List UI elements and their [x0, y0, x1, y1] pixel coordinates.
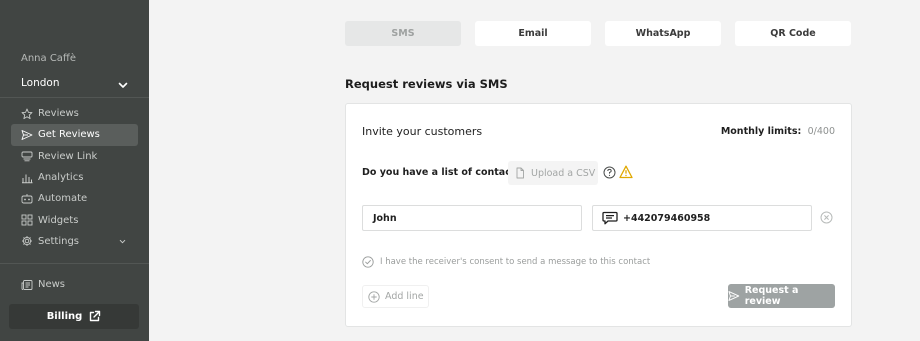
send-icon	[728, 291, 740, 301]
analytics-icon	[21, 172, 33, 184]
close-circle-icon[interactable]	[820, 211, 833, 224]
gear-icon	[21, 235, 33, 247]
sidebar-item-label: Review Link	[38, 150, 98, 162]
request-review-button[interactable]: Request a review	[728, 284, 835, 308]
message-icon	[602, 211, 618, 225]
monthly-limits-label: Monthly limits:	[720, 126, 802, 137]
name-input[interactable]: John	[362, 205, 582, 231]
card-title: Invite your customers	[362, 125, 483, 138]
sidebar-item-review-link[interactable]: Review Link	[11, 146, 138, 167]
sidebar-item-reviews[interactable]: Reviews	[11, 103, 138, 124]
tab-email[interactable]: Email	[475, 21, 591, 46]
send-icon	[21, 129, 33, 141]
sidebar-item-widgets[interactable]: Widgets	[11, 209, 138, 230]
request-review-label: Request a review	[744, 285, 799, 307]
tab-qr-code[interactable]: QR Code	[735, 21, 851, 46]
widgets-icon	[21, 214, 33, 226]
phone-input[interactable]: +442079460958	[592, 205, 812, 231]
section-title: Request reviews via SMS	[345, 77, 508, 91]
plus-circle-icon	[368, 290, 380, 303]
add-line-button[interactable]: Add line	[362, 285, 429, 308]
automate-icon	[21, 193, 33, 205]
monthly-limits: Monthly limits: 0/400	[721, 126, 835, 137]
tab-whatsapp[interactable]: WhatsApp	[605, 21, 721, 46]
sidebar-nav: Reviews Get Reviews Review Link Analytic…	[11, 103, 138, 252]
invite-card: Invite your customers Monthly limits: 0/…	[345, 103, 852, 327]
news-icon	[21, 279, 33, 291]
sidebar-item-label: Settings	[38, 235, 80, 247]
monthly-limits-value: 0/400	[807, 126, 835, 137]
sidebar-item-label: News	[38, 279, 66, 291]
consent-checkbox[interactable]: I have the receiver's consent to send a …	[362, 256, 650, 268]
add-line-label: Add line	[385, 291, 424, 302]
billing-label: Billing	[46, 311, 83, 322]
sidebar-item-settings[interactable]: Settings	[11, 231, 138, 252]
file-icon	[516, 167, 524, 179]
check-circle-icon	[362, 256, 374, 268]
sidebar-item-automate[interactable]: Automate	[11, 188, 138, 209]
chevron-down-icon	[118, 82, 128, 88]
review-link-icon	[21, 150, 33, 162]
sidebar-item-label: Get Reviews	[38, 129, 100, 141]
external-link-icon	[90, 310, 101, 322]
sidebar-item-analytics[interactable]: Analytics	[11, 167, 138, 188]
location-label: London	[21, 77, 60, 89]
sidebar-item-label: Widgets	[38, 214, 79, 226]
tab-sms[interactable]: SMS	[345, 21, 461, 46]
upload-csv-button[interactable]: Upload a CSV	[508, 161, 598, 185]
help-icon[interactable]	[603, 166, 616, 179]
warning-icon	[619, 165, 633, 179]
sidebar-item-get-reviews[interactable]: Get Reviews	[11, 124, 138, 146]
location-selector[interactable]: London	[21, 77, 131, 93]
sidebar-item-label: Analytics	[38, 172, 84, 184]
sidebar-news-section: News	[11, 274, 138, 295]
star-icon	[21, 108, 33, 120]
contacts-question: Do you have a list of contacts?	[362, 167, 527, 178]
chevron-down-icon	[119, 239, 126, 244]
sidebar-item-news[interactable]: News	[11, 274, 138, 295]
sidebar-item-label: Automate	[38, 193, 88, 205]
phone-value: +442079460958	[623, 212, 711, 224]
billing-button[interactable]: Billing	[9, 304, 139, 329]
company-name: Anna Caffè	[21, 53, 76, 64]
sidebar-divider	[0, 263, 149, 264]
sidebar-divider	[0, 97, 149, 98]
sidebar-item-label: Reviews	[38, 108, 79, 120]
sidebar: Anna Caffè London Reviews Get Reviews Re…	[0, 0, 149, 341]
name-value: John	[373, 212, 397, 224]
upload-csv-label: Upload a CSV	[531, 167, 596, 179]
consent-label: I have the receiver's consent to send a …	[380, 257, 651, 267]
